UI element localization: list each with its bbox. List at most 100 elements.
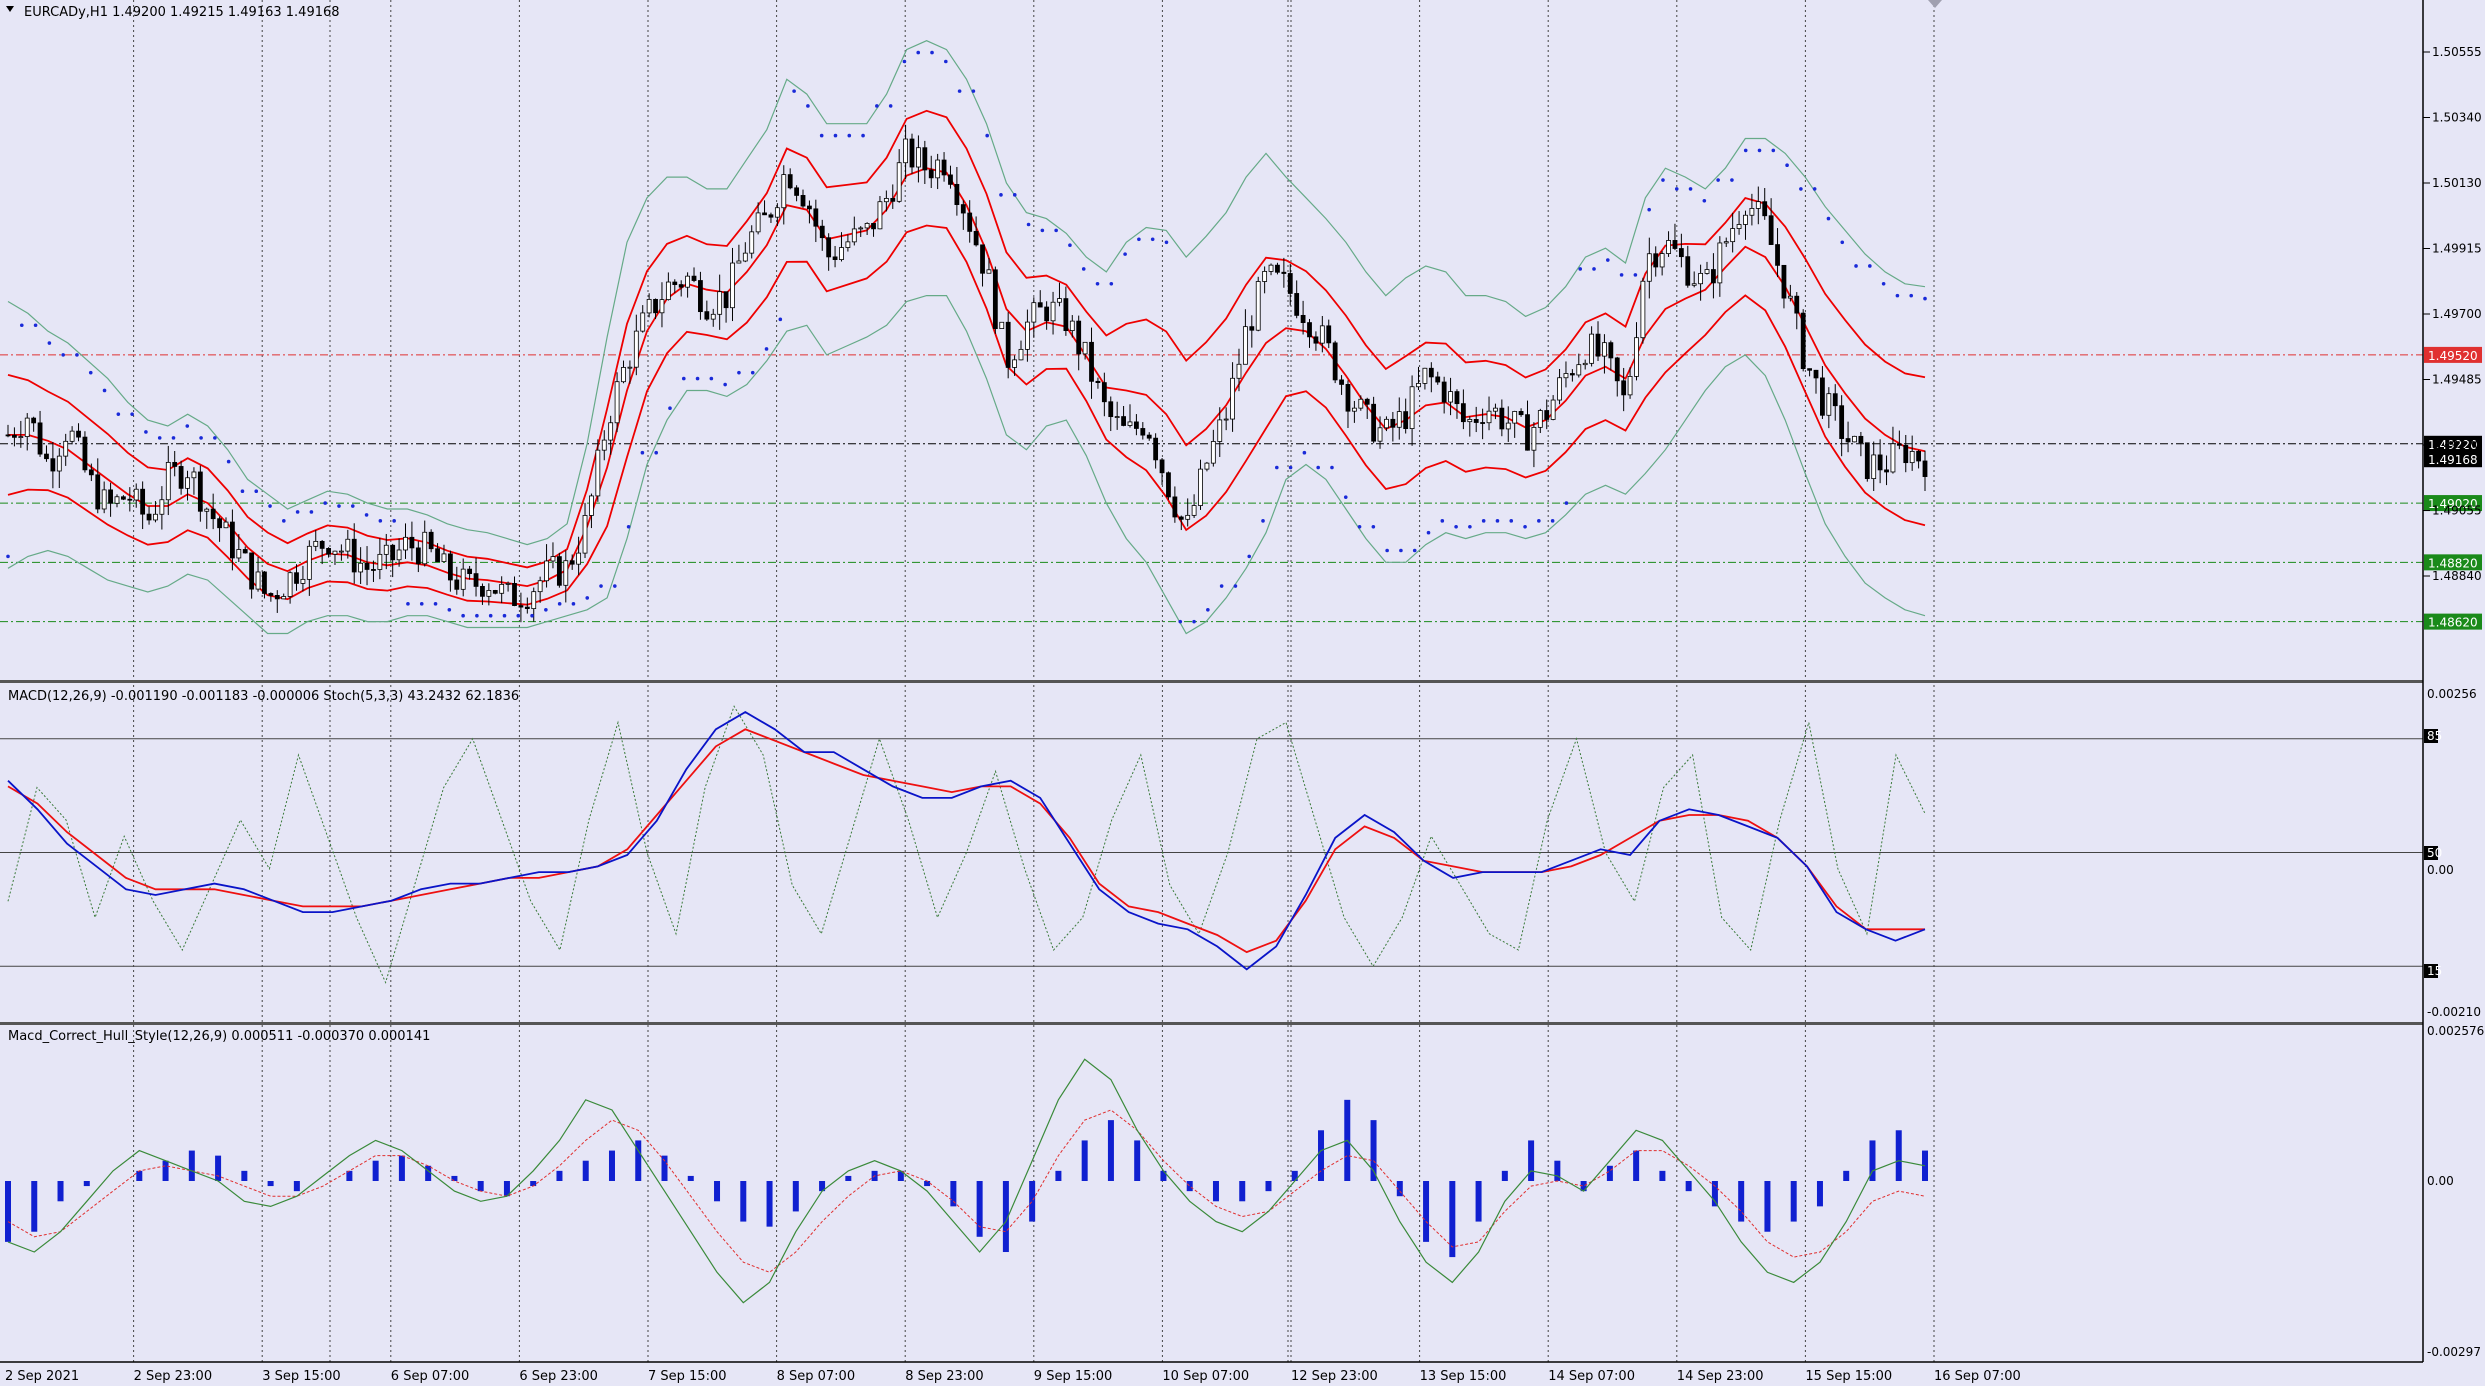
candle-body	[948, 174, 953, 185]
candle-body	[178, 466, 184, 489]
candle-body	[1723, 241, 1729, 244]
candle-body	[909, 138, 915, 168]
candle-body	[377, 553, 383, 570]
sar-dot	[1881, 281, 1886, 286]
candle-body	[813, 208, 819, 227]
sar-dot	[185, 424, 190, 428]
candle-body	[1653, 253, 1659, 268]
candle-body	[1525, 414, 1530, 451]
price-tick-label: 1.49485	[2432, 373, 2482, 387]
candle-body	[698, 280, 703, 313]
candle-body	[1640, 280, 1646, 339]
candle-body	[281, 596, 287, 600]
time-label: 12 Sep 23:00	[1291, 1369, 1378, 1384]
candle-body	[242, 549, 248, 554]
sar-dot	[1854, 264, 1858, 268]
candle-body	[1614, 357, 1620, 382]
sar-dot	[1219, 584, 1224, 588]
candle-body	[960, 204, 966, 214]
candle-body	[717, 291, 723, 315]
candle-body	[249, 552, 255, 590]
candle-body	[24, 417, 30, 437]
candle-body	[1101, 382, 1107, 403]
candle-body	[1582, 362, 1588, 366]
candle-body	[31, 417, 37, 424]
candle-body	[1781, 264, 1787, 299]
candle-body	[1159, 459, 1165, 474]
time-label: 6 Sep 07:00	[391, 1369, 470, 1384]
candle-body	[262, 571, 267, 594]
candle-body	[1768, 215, 1774, 245]
candle-body	[710, 313, 716, 320]
pane-separator-1[interactable]	[0, 680, 2423, 683]
candle-body	[704, 311, 710, 320]
hull-bar	[372, 1160, 379, 1181]
candle-body	[1082, 341, 1088, 355]
candle-body	[845, 241, 851, 248]
candle-body	[313, 540, 319, 547]
sar-dot	[1868, 264, 1872, 268]
candle-body	[1698, 272, 1704, 285]
candle-body	[1749, 208, 1755, 216]
pane-separator-2[interactable]	[0, 1022, 2423, 1025]
sar-dot	[1771, 148, 1776, 153]
candle-body	[1403, 411, 1409, 429]
sar-dot	[47, 341, 52, 345]
hull-bar	[1449, 1181, 1456, 1258]
candle-body	[556, 556, 562, 586]
candle-body	[18, 436, 24, 438]
candle-body	[345, 538, 351, 552]
hull-bar	[1554, 1160, 1561, 1181]
candle-body	[1602, 342, 1607, 357]
trading-chart[interactable]: EURCADy,H1 1.49200 1.49215 1.49163 1.491…	[0, 0, 2485, 1386]
sar-dot	[1123, 252, 1127, 256]
candle-body	[467, 568, 473, 575]
candle-body	[1371, 403, 1377, 442]
sar-dot	[681, 376, 686, 381]
hull-bar	[1895, 1130, 1902, 1181]
price-tick-label: 1.49270	[2432, 438, 2482, 452]
sar-dot	[723, 382, 727, 387]
candle-body	[1140, 428, 1146, 436]
candle-body	[935, 159, 941, 179]
candle-body	[980, 244, 985, 274]
candle-body	[1839, 405, 1845, 439]
candle-body	[992, 269, 998, 329]
candle-body	[1326, 325, 1332, 344]
sar-dot	[944, 59, 948, 64]
sar-dot	[1081, 267, 1086, 271]
candle-body	[1550, 399, 1556, 420]
candle-body	[268, 593, 274, 596]
sar-dot	[1592, 267, 1596, 271]
candle-body	[550, 556, 556, 562]
candle-body	[531, 591, 537, 610]
candle-body	[544, 560, 549, 582]
level-tag-label: 1.48620	[2428, 616, 2478, 630]
sar-dot	[406, 602, 410, 606]
candle-body	[460, 568, 466, 590]
sar-dot	[240, 489, 245, 494]
candle-body	[678, 284, 684, 288]
candle-body	[730, 262, 735, 309]
time-label: 14 Sep 07:00	[1548, 1369, 1635, 1384]
sar-dot	[1330, 465, 1334, 470]
hull-bar	[714, 1181, 721, 1202]
sar-dot	[516, 613, 521, 618]
candle-body	[1127, 421, 1133, 426]
candle-body	[1114, 416, 1120, 418]
sar-dot	[33, 323, 38, 328]
sar-dot	[626, 524, 631, 529]
sar-dot	[1799, 187, 1803, 191]
sar-dot	[1785, 163, 1789, 168]
sar-dot	[1206, 607, 1210, 612]
sar-dot	[75, 353, 79, 357]
hull-bar	[398, 1155, 405, 1181]
sar-dot	[1302, 450, 1307, 455]
candle-body	[1595, 333, 1601, 357]
sar-dot	[282, 519, 286, 523]
candle-body	[236, 549, 242, 559]
hull-bar	[1475, 1181, 1482, 1222]
candle-body	[274, 595, 280, 600]
candle-body	[69, 430, 75, 442]
candle-body	[1871, 454, 1877, 480]
